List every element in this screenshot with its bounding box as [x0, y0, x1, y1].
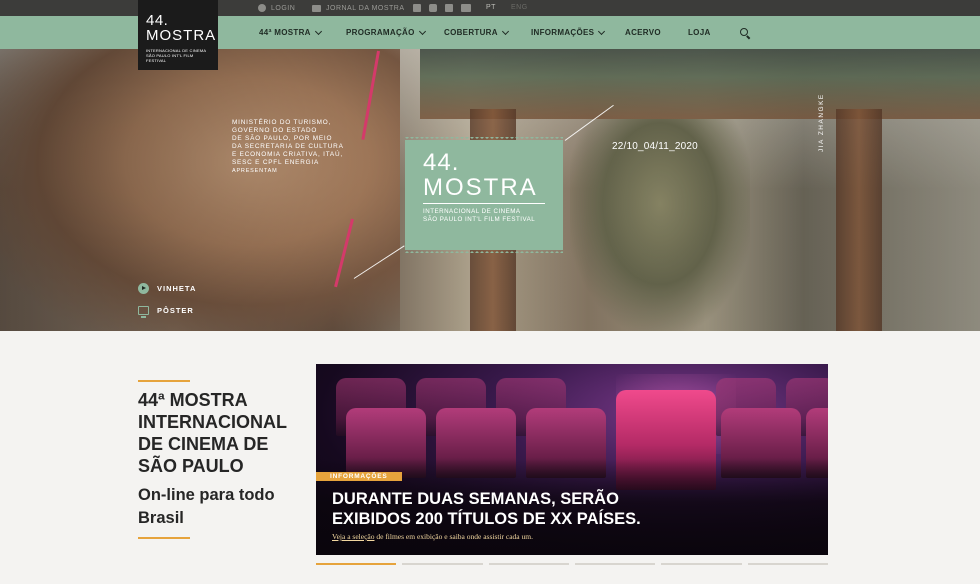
user-icon [258, 4, 266, 12]
festival-badge: 44. MOSTRA INTERNACIONAL DE CINEMA SÃO P… [405, 137, 563, 253]
nav-item-programacao[interactable]: PROGRAMAÇÃO [346, 16, 426, 49]
carousel-dot[interactable] [661, 563, 742, 565]
login-label: LOGIN [271, 4, 296, 12]
card-link-rest: de filmes em exibição e saiba onde assis… [374, 532, 533, 541]
sponsors-line: E ECONOMIA CRIATIVA, ITAÚ, [232, 151, 343, 158]
nav-label: ACERVO [625, 28, 661, 37]
logo-subtitle: INTERNACIONAL DE CINEMA SÃO PAULO INT'L … [146, 48, 210, 63]
sponsors-line: DE SÃO PAULO, POR MEIO [232, 135, 333, 142]
badge-subtitle-line: INTERNACIONAL DE CINEMA [423, 208, 521, 215]
logo-number: 44. [146, 12, 169, 29]
nav-label: INFORMAÇÕES [531, 28, 595, 37]
sponsors-text: MINISTÉRIO DO TURISMO, GOVERNO DO ESTADO… [232, 119, 382, 175]
sponsors-line: MINISTÉRIO DO TURISMO, [232, 119, 332, 126]
jornal-link[interactable]: JORNAL DA MOSTRA [312, 0, 405, 16]
carousel-dot[interactable] [574, 563, 656, 565]
chevron-down-icon [501, 27, 509, 35]
accent-rule-bottom [138, 537, 190, 539]
jornal-label: JORNAL DA MOSTRA [326, 4, 405, 12]
nav-label: LOJA [688, 28, 711, 37]
festival-dates: 22/10_04/11_2020 [612, 141, 698, 152]
card-link[interactable]: Veja a seleção de filmes em exibição e s… [332, 532, 533, 541]
page-subtitle: On-line para todo Brasil [138, 486, 275, 527]
carousel-dot[interactable] [402, 563, 483, 565]
badge-subtitle: INTERNACIONAL DE CINEMA SÃO PAULO INT'L … [423, 208, 563, 224]
image-credit: JIA ZHANGKE [818, 93, 825, 152]
vinheta-link[interactable]: VINHETA [138, 282, 196, 294]
lang-eng[interactable]: ENG [511, 0, 528, 16]
site-logo[interactable]: 44. MOSTRA INTERNACIONAL DE CINEMA SÃO P… [138, 0, 218, 70]
newspaper-icon [312, 4, 321, 12]
sponsors-line: SESC E CPFL ENERGIA [232, 159, 320, 166]
page-title: 44ª MOSTRA INTERNACIONAL DE CINEMA DE SÃ… [138, 390, 287, 476]
carousel-indicators [316, 563, 828, 566]
facebook-icon[interactable] [413, 4, 421, 12]
twitter-icon[interactable] [445, 4, 453, 12]
carousel-dot[interactable] [747, 563, 828, 565]
sponsors-line: DA SECRETARIA DE CULTURA [232, 143, 344, 150]
nav-item-informacoes[interactable]: INFORMAÇÕES [531, 16, 606, 49]
monitor-icon [138, 305, 149, 318]
accent-rule-top [138, 380, 190, 382]
chevron-down-icon [314, 27, 322, 35]
sponsors-line: GOVERNO DO ESTADO [232, 127, 318, 134]
nav-item-cobertura[interactable]: COBERTURA [444, 16, 509, 49]
instagram-icon[interactable] [429, 4, 437, 12]
login-link[interactable]: LOGIN [258, 0, 295, 16]
badge-rule [423, 203, 545, 204]
chevron-down-icon [598, 27, 606, 35]
search-icon[interactable] [740, 28, 748, 36]
poster-link[interactable]: PÔSTER [138, 304, 194, 318]
nav-item-loja[interactable]: LOJA [688, 16, 711, 49]
carousel-dot[interactable] [488, 563, 569, 565]
carousel-dot[interactable] [316, 563, 397, 565]
card-category-tag[interactable]: INFORMAÇÕES [316, 472, 402, 481]
poster-label: PÔSTER [157, 305, 194, 315]
nav-label: PROGRAMAÇÃO [346, 28, 415, 37]
badge-subtitle-line: SÃO PAULO INT'L FILM FESTIVAL [423, 216, 536, 223]
badge-number: 44. [423, 149, 460, 176]
card-link-underlined[interactable]: Veja a seleção [332, 532, 374, 541]
nav-item-44-mostra[interactable]: 44ª MOSTRA [259, 16, 322, 49]
logo-wordmark: MOSTRA [146, 27, 217, 44]
card-title[interactable]: DURANTE DUAS SEMANAS, SERÃO EXIBIDOS 200… [332, 489, 662, 529]
chevron-down-icon [418, 27, 426, 35]
nav-label: 44ª MOSTRA [259, 28, 311, 37]
badge-wordmark: MOSTRA [423, 174, 538, 201]
youtube-icon[interactable] [461, 4, 471, 12]
vinheta-label: VINHETA [157, 283, 197, 293]
nav-label: COBERTURA [444, 28, 498, 37]
apresentam-label: APRESENTAM [232, 168, 278, 174]
nav-item-acervo[interactable]: ACERVO [625, 16, 661, 49]
play-icon [138, 282, 149, 294]
lang-pt[interactable]: PT [486, 0, 496, 16]
logo-subtitle-line: SÃO PAULO INT'L FILM FESTIVAL [146, 53, 194, 63]
